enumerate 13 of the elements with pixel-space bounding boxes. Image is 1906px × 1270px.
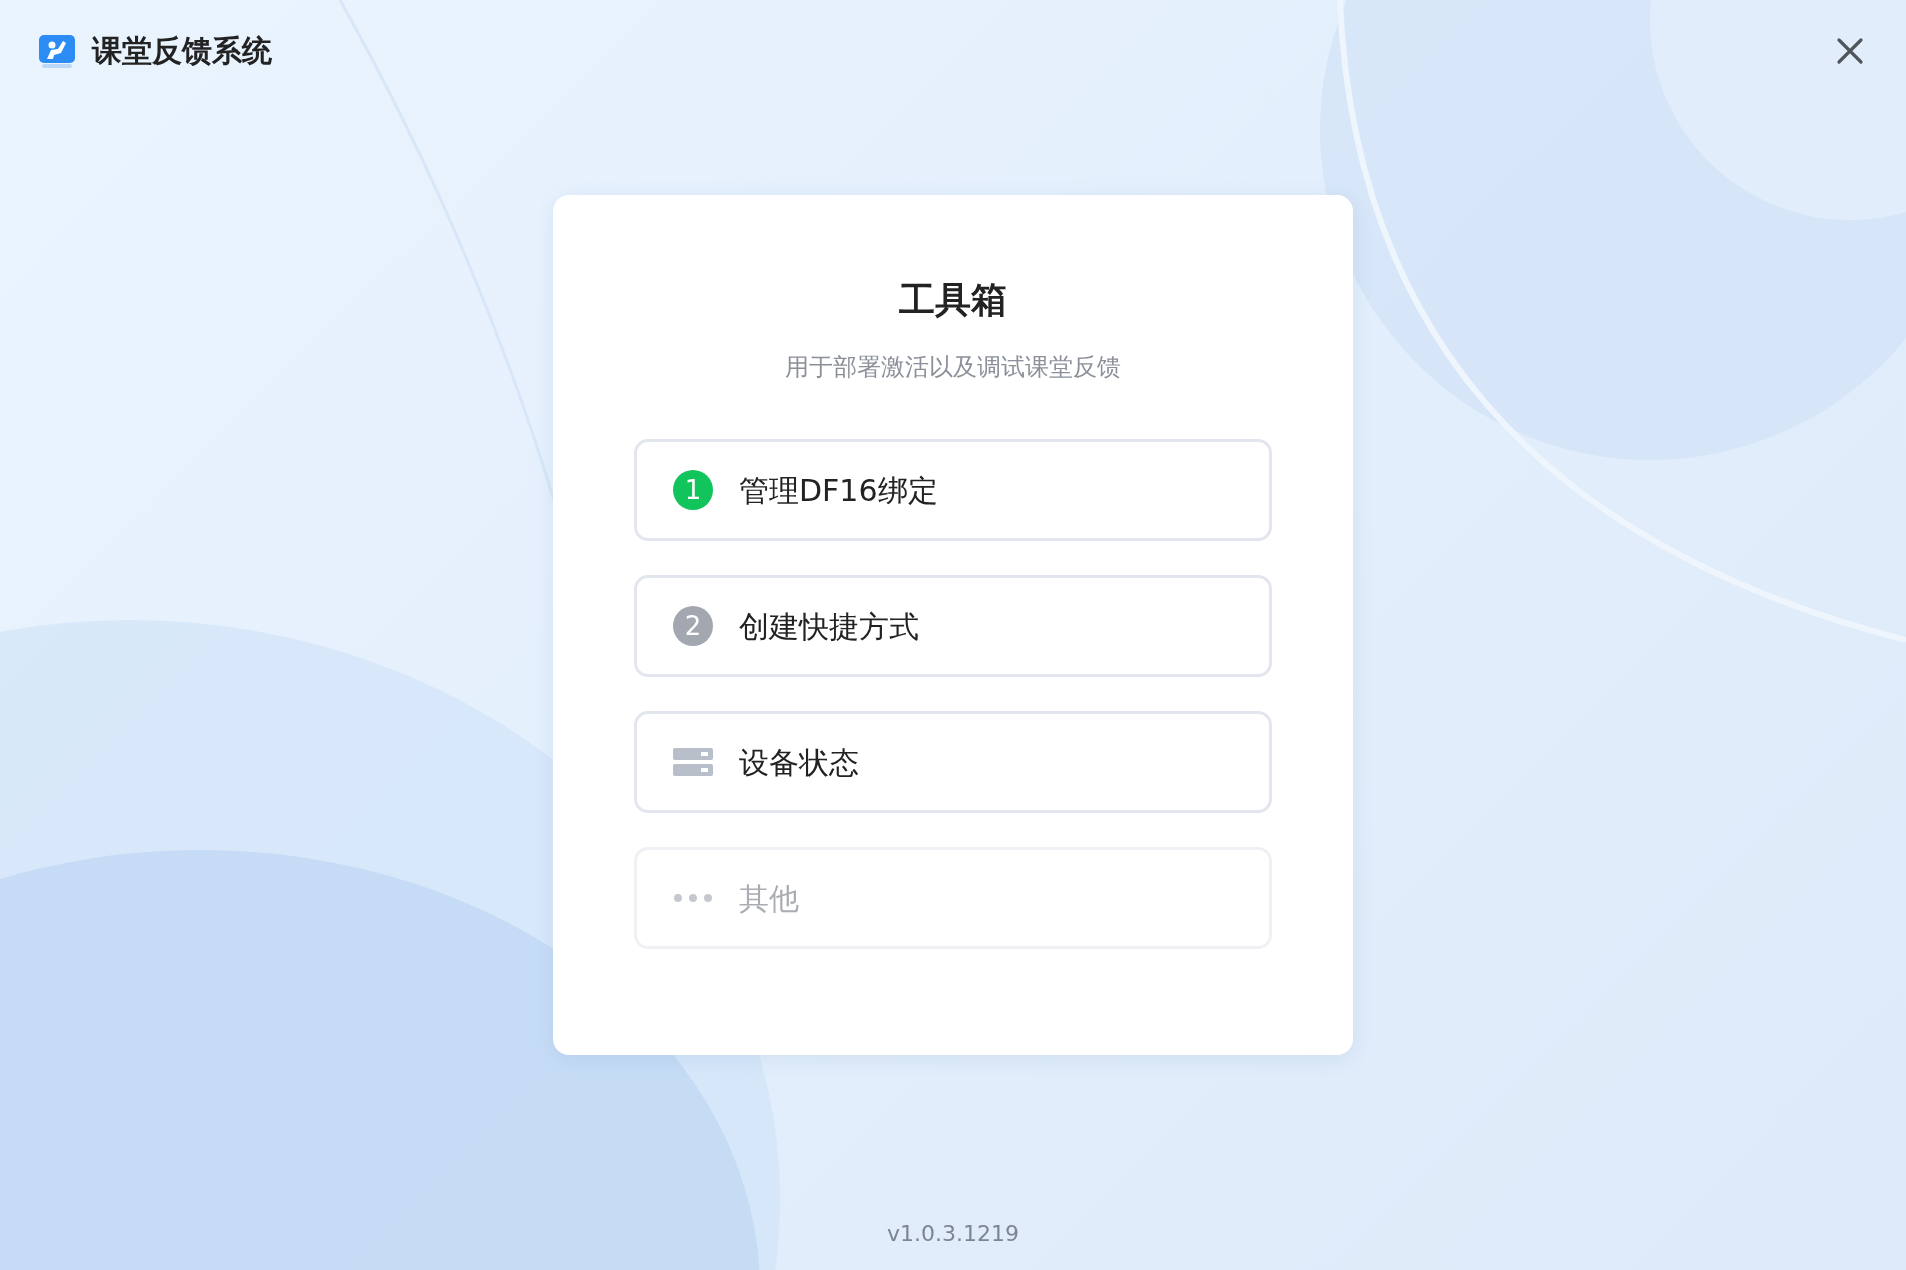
app-logo-icon [38,32,76,69]
toolbox-item[interactable]: 2 创建快捷方式 [634,575,1272,677]
step-number: 2 [673,606,713,646]
step-number: 1 [673,470,713,510]
more-icon [673,893,713,903]
toolbox-item[interactable]: 设备状态 [634,711,1272,813]
server-icon [673,748,713,776]
close-icon [1836,36,1864,65]
toolbox-item[interactable]: 1 管理DF16绑定 [634,439,1272,541]
app-title: 课堂反馈系统 [92,32,272,70]
card-title: 工具箱 [898,278,1008,322]
version-text: v1.0.3.1219 [886,1220,1020,1248]
card-subtitle: 用于部署激活以及调试课堂反馈 [784,352,1122,383]
